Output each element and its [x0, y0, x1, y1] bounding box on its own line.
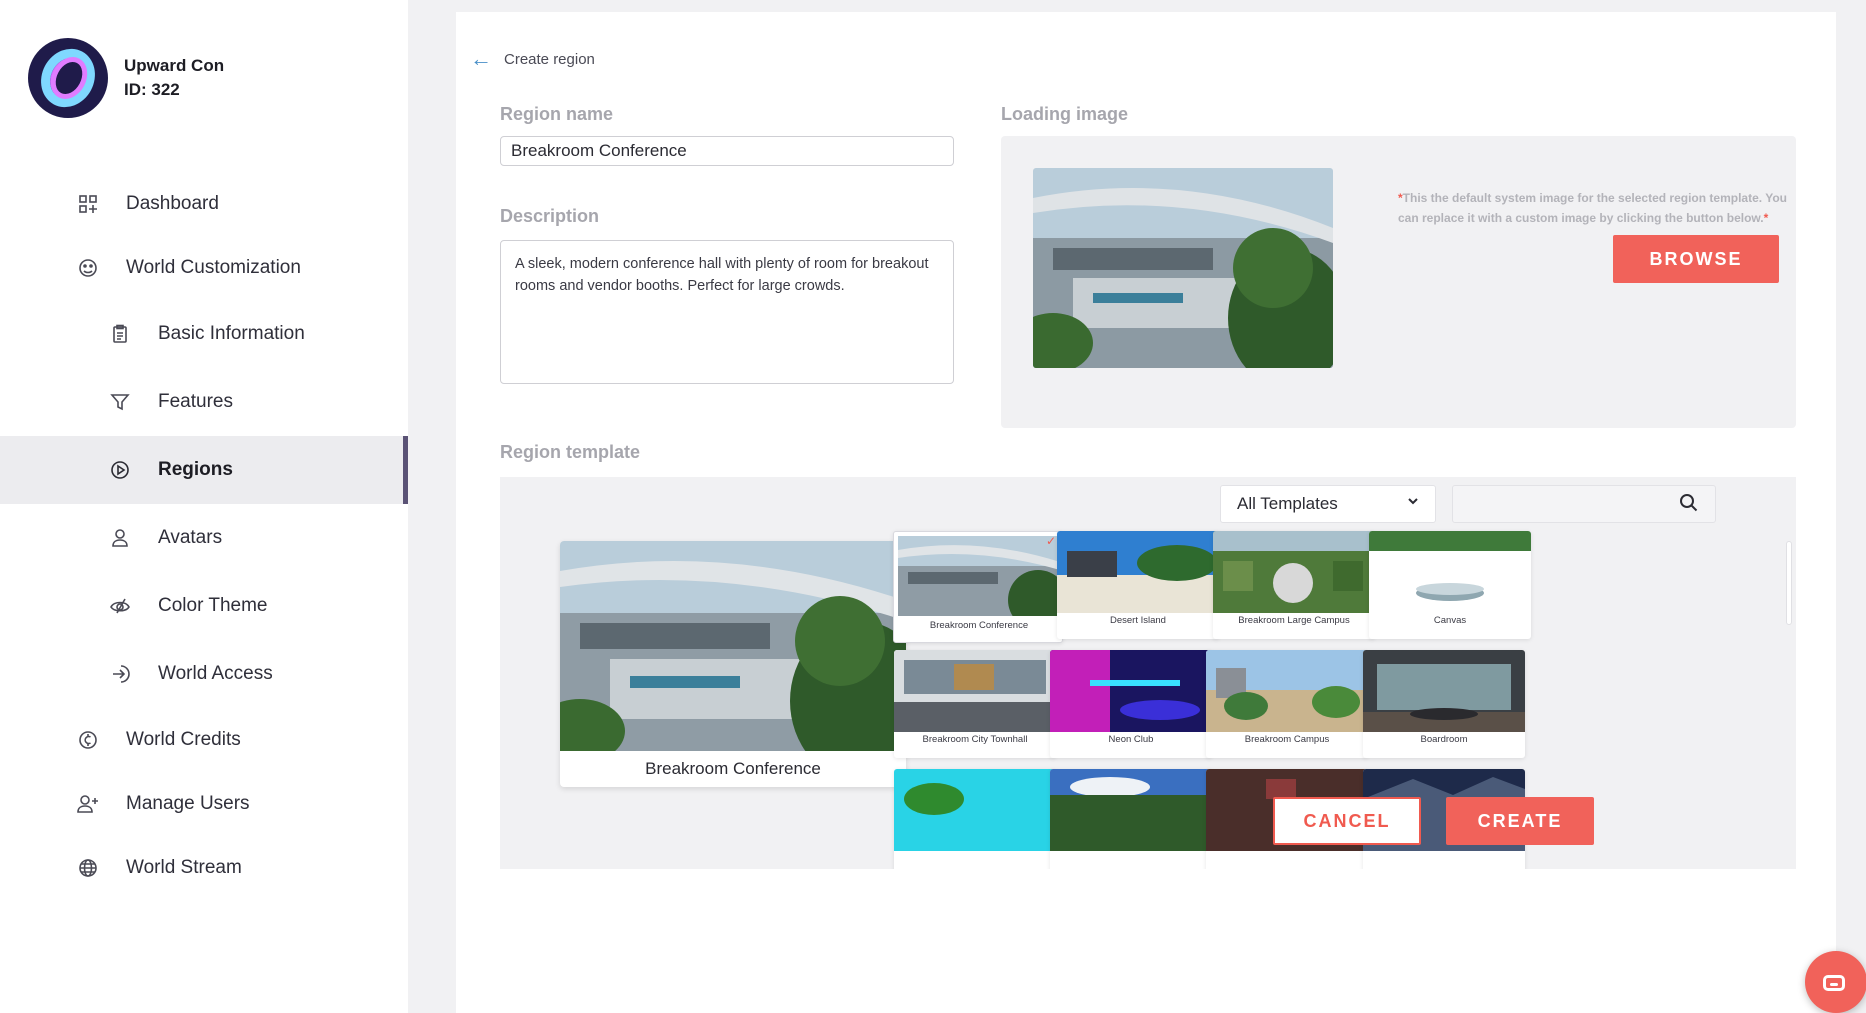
sidebar-item-label: Avatars [158, 527, 223, 548]
avatar-icon [108, 526, 132, 550]
sidebar: Upward Con ID: 322 Dashboard World Custo… [0, 0, 408, 1013]
sidebar-item-label: Features [158, 391, 233, 412]
template-tile-breakroom-large-campus[interactable]: Breakroom Large Campus [1213, 531, 1375, 639]
template-preview: Breakroom Conference [560, 541, 906, 787]
template-thumbnail [894, 650, 1056, 732]
region-template-label: Region template [500, 442, 641, 462]
account-name: Upward Con [124, 56, 225, 75]
sidebar-item-regions[interactable]: Regions [0, 436, 408, 504]
chat-launcher-button[interactable] [1805, 951, 1866, 1013]
sidebar-item-label: Dashboard [126, 193, 219, 214]
template-thumbnail [1363, 650, 1525, 732]
template-thumbnail [1206, 650, 1368, 732]
template-tile-breakroom-city-townhall[interactable]: Breakroom City Townhall [894, 650, 1056, 758]
world-customization-icon [76, 256, 100, 280]
sidebar-item-features[interactable]: Features [0, 368, 408, 436]
template-filter-value: All Templates [1237, 494, 1338, 513]
loading-image-note: *This the default system image for the s… [1398, 191, 1787, 225]
create-button[interactable]: CREATE [1446, 797, 1594, 845]
template-tile-label: Canvas [1433, 615, 1467, 626]
description-label: Description [500, 206, 600, 226]
color-theme-icon [108, 594, 132, 618]
template-tile-desert-island[interactable]: Desert Island [1057, 531, 1219, 639]
template-tile-neon-club[interactable]: Neon Club [1050, 650, 1212, 758]
template-thumbnail [1369, 531, 1531, 613]
region-name-label: Region name [500, 104, 614, 124]
template-panel: All Templates Breakroom Conference ✓ Bre… [500, 477, 1796, 869]
sidebar-item-label: World Access [158, 663, 273, 684]
sidebar-item-label: Manage Users [126, 793, 250, 814]
chevron-down-icon [1407, 494, 1419, 512]
sidebar-item-label: World Credits [126, 729, 241, 750]
clipboard-icon [108, 322, 132, 346]
search-icon[interactable] [1679, 493, 1701, 515]
create-region-card: ← Create region Region name Breakroom Co… [456, 12, 1836, 1013]
back-link[interactable]: ← Create region [470, 48, 595, 70]
cancel-button[interactable]: CANCEL [1273, 797, 1421, 845]
world-access-icon [108, 662, 132, 686]
sidebar-item-manage-users[interactable]: Manage Users [0, 772, 408, 836]
regions-icon [108, 458, 132, 482]
template-thumbnail [1213, 531, 1375, 613]
sidebar-item-label: World Stream [126, 857, 242, 878]
sidebar-item-world-credits[interactable]: World Credits [0, 708, 408, 772]
template-thumbnail [894, 769, 1056, 851]
manage-users-icon [76, 792, 100, 816]
template-thumbnail [898, 536, 1062, 630]
credits-icon [76, 728, 100, 752]
funnel-icon [108, 390, 132, 414]
world-logo [28, 38, 108, 118]
globe-icon [76, 856, 100, 880]
template-tile-label: Breakroom City Townhall [922, 734, 1028, 745]
sidebar-nav: Dashboard World Customization Basic Info… [0, 172, 408, 900]
account-id: ID: 322 [124, 80, 180, 99]
dashboard-icon [76, 192, 100, 216]
back-arrow-icon[interactable]: ← [470, 48, 492, 70]
sidebar-item-label: Color Theme [158, 595, 268, 616]
page-title: Create region [504, 50, 595, 68]
sidebar-item-world-access[interactable]: World Access [0, 640, 408, 708]
template-scrollbar[interactable] [1786, 541, 1792, 625]
region-name-input[interactable]: Breakroom Conference [500, 136, 954, 166]
template-tile-row3-2[interactable] [1050, 769, 1212, 869]
template-tile-row3-1[interactable] [894, 769, 1056, 869]
template-thumbnail [1050, 650, 1212, 732]
template-tile-label: Breakroom Large Campus [1238, 615, 1350, 626]
sidebar-item-world-customization[interactable]: World Customization [0, 236, 408, 300]
sidebar-item-dashboard[interactable]: Dashboard [0, 172, 408, 236]
template-tile-breakroom-conference[interactable]: ✓ Breakroom Conference [893, 531, 1063, 643]
template-preview-image [560, 541, 906, 781]
description-textarea[interactable]: A sleek, modern conference hall with ple… [500, 240, 954, 384]
account-header: Upward Con ID: 322 [28, 38, 224, 118]
chat-icon [1823, 975, 1845, 991]
loading-image-label: Loading image [1001, 104, 1129, 124]
template-tile-label: Desert Island [1110, 615, 1166, 626]
template-tile-breakroom-campus[interactable]: Breakroom Campus [1206, 650, 1368, 758]
template-preview-caption: Breakroom Conference [645, 759, 821, 778]
sidebar-item-label: Regions [158, 459, 233, 480]
template-tile-boardroom[interactable]: Boardroom [1363, 650, 1525, 758]
template-thumbnail [1050, 769, 1212, 851]
loading-image-thumbnail [1033, 168, 1333, 368]
browse-button[interactable]: BROWSE [1613, 235, 1779, 283]
template-tile-label: Breakroom Campus [1244, 734, 1330, 745]
template-tile-label: Neon Club [1108, 734, 1154, 745]
template-search-input[interactable] [1452, 485, 1716, 523]
sidebar-item-label: World Customization [126, 257, 301, 278]
sidebar-item-avatars[interactable]: Avatars [0, 504, 408, 572]
sidebar-item-basic-information[interactable]: Basic Information [0, 300, 408, 368]
template-tile-label: Boardroom [1420, 734, 1468, 745]
sidebar-item-label: Basic Information [158, 323, 305, 344]
sidebar-item-world-stream[interactable]: World Stream [0, 836, 408, 900]
check-icon: ✓ [1045, 534, 1056, 548]
template-tile-canvas[interactable]: Canvas [1369, 531, 1531, 639]
template-thumbnail [1057, 531, 1219, 613]
sidebar-item-color-theme[interactable]: Color Theme [0, 572, 408, 640]
template-tile-label: Breakroom Conference [929, 620, 1029, 631]
template-filter-select[interactable]: All Templates [1220, 485, 1436, 523]
